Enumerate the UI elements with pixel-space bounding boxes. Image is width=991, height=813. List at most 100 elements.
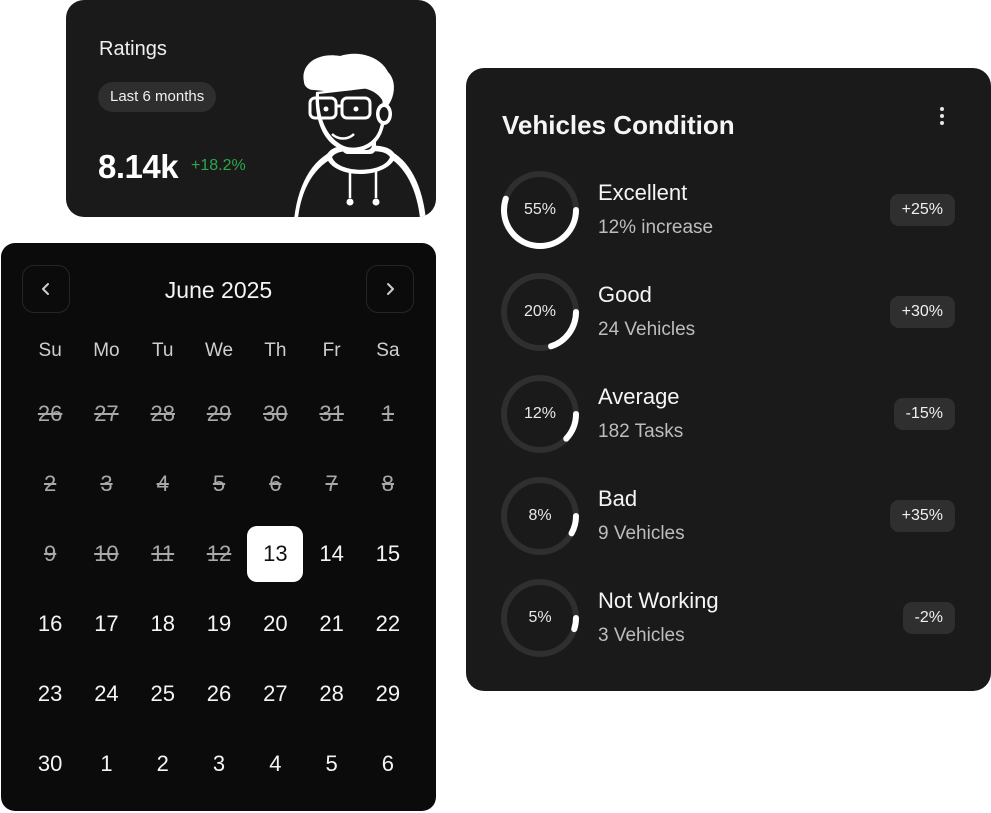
calendar-day: 11 (135, 519, 191, 589)
vehicles-condition-card: Vehicles Condition 55% Excellent 12% incre… (466, 68, 991, 691)
calendar-day-label: 2 (156, 751, 169, 776)
condition-change-badge: +25% (889, 194, 955, 226)
calendar-day-label: 30 (263, 401, 288, 426)
condition-percent: 8% (528, 507, 552, 524)
calendar-day: 27 (78, 379, 134, 449)
calendar-day-label: 1 (381, 401, 395, 426)
chevron-right-icon (387, 283, 394, 295)
calendar-day-label: 28 (319, 681, 344, 706)
calendar-day-label: 19 (206, 611, 232, 636)
more-options-button[interactable] (932, 104, 952, 128)
ratings-title: Ratings (99, 38, 167, 60)
calendar-day: 29 (191, 379, 247, 449)
calendar-day-label: 3 (100, 471, 113, 496)
calendar-day[interactable]: 23 (22, 659, 78, 729)
calendar-day[interactable]: 4 (247, 729, 303, 799)
condition-percent: 5% (528, 609, 552, 626)
weekday-label: Su (38, 340, 62, 361)
calendar-day[interactable]: 22 (360, 589, 416, 659)
calendar-day-label: 2 (44, 471, 57, 496)
calendar-day[interactable]: 27 (247, 659, 303, 729)
calendar-day: 6 (247, 449, 303, 519)
condition-subtext: 12% increase (598, 217, 714, 238)
condition-subtext: 24 Vehicles (598, 319, 696, 340)
condition-percent: 20% (523, 303, 557, 320)
condition-percent: 12% (523, 405, 557, 422)
condition-row: 5% Not Working 3 Vehicles -2% (500, 578, 955, 658)
weekday-label: Sa (376, 340, 400, 361)
vehicles-condition-title: Vehicles Condition (502, 110, 735, 140)
calendar-day-label: 30 (37, 751, 63, 776)
condition-subtext: 182 Tasks (598, 421, 684, 442)
calendar-day: 30 (247, 379, 303, 449)
calendar-day[interactable]: 6 (360, 729, 416, 799)
calendar-day-label: 29 (206, 401, 232, 426)
condition-row: 55% Excellent 12% increase +25% (500, 170, 955, 250)
calendar-day[interactable]: 30 (22, 729, 78, 799)
condition-subtext: 3 Vehicles (598, 625, 685, 646)
calendar-day: 10 (78, 519, 134, 589)
weekday-label: Tu (152, 340, 174, 361)
calendar-day[interactable]: 18 (135, 589, 191, 659)
calendar-day: 1 (360, 379, 416, 449)
calendar-day-label: 27 (263, 681, 288, 706)
calendar-day-label: 26 (37, 401, 63, 426)
condition-name: Average (598, 384, 680, 409)
calendar-day: 4 (135, 449, 191, 519)
condition-change-badge: +35% (889, 500, 955, 532)
calendar-day-label: 16 (37, 611, 63, 636)
calendar-day[interactable]: 17 (78, 589, 134, 659)
calendar-day[interactable]: 5 (303, 729, 359, 799)
calendar-day-selected[interactable]: 13 (247, 519, 304, 589)
calendar-day-label: 4 (156, 471, 169, 496)
calendar-day-label: 6 (269, 471, 282, 496)
calendar-day-label: 5 (325, 751, 338, 776)
condition-change-badge: -15% (893, 398, 955, 430)
calendar-day[interactable]: 15 (360, 519, 416, 589)
period-filter-button[interactable]: Last 6 months (98, 82, 217, 112)
weekday-label: Th (264, 340, 287, 361)
calendar-day-label: 24 (94, 681, 119, 706)
calendar-day[interactable]: 29 (360, 659, 416, 729)
calendar-day-label: 5 (212, 471, 226, 496)
calendar-day: 8 (360, 449, 416, 519)
calendar-day[interactable]: 14 (303, 519, 359, 589)
calendar-day[interactable]: 28 (303, 659, 359, 729)
calendar-day-label: 27 (94, 401, 119, 426)
calendar-day: 12 (191, 519, 247, 589)
calendar-day[interactable]: 1 (78, 729, 134, 799)
calendar-day-label: 6 (381, 751, 395, 776)
calendar-day-label: 11 (151, 541, 175, 566)
condition-row: 8% Bad 9 Vehicles +35% (500, 476, 955, 556)
calendar-day[interactable]: 3 (191, 729, 247, 799)
calendar-grid: Su Mo Tu We Th Fr Sa 26 27 28 29 30 31 1 2 3 4 5 6 7 8 9 10 11 1… (22, 323, 416, 799)
ratings-card: Ratings Last 6 months 8.14k +18.2% (66, 0, 436, 217)
calendar-card: June 2025 Su Mo Tu We Th Fr Sa 26 27 28 29 30 31 1 2 3 4… (1, 243, 436, 811)
calendar-day-label: 18 (150, 611, 175, 636)
calendar-day[interactable]: 25 (135, 659, 191, 729)
calendar-day-label: 31 (319, 401, 344, 426)
condition-name: Bad (598, 486, 638, 511)
calendar-day[interactable]: 2 (135, 729, 191, 799)
calendar-day[interactable]: 20 (247, 589, 303, 659)
calendar-day-label: 1 (100, 751, 113, 776)
weekday-label: Mo (93, 340, 120, 361)
next-month-button[interactable] (366, 265, 414, 313)
calendar-day-label: 26 (206, 681, 232, 706)
calendar-day-label: 29 (375, 681, 401, 706)
ratings-value: 8.14k (98, 148, 179, 185)
calendar-day[interactable]: 19 (191, 589, 247, 659)
calendar-day[interactable]: 24 (78, 659, 134, 729)
calendar-day[interactable]: 21 (303, 589, 359, 659)
condition-subtext: 9 Vehicles (598, 523, 685, 544)
calendar-day-label: 25 (150, 681, 175, 706)
calendar-day-label: 28 (150, 401, 175, 426)
calendar-day-label: 23 (37, 681, 63, 706)
calendar-day[interactable]: 26 (191, 659, 247, 729)
condition-name: Not Working (598, 588, 719, 613)
condition-percent: 55% (523, 201, 557, 218)
calendar-day-label: 7 (325, 471, 338, 496)
calendar-day-label: 3 (212, 751, 226, 776)
calendar-day: 9 (22, 519, 78, 589)
calendar-day[interactable]: 16 (22, 589, 78, 659)
